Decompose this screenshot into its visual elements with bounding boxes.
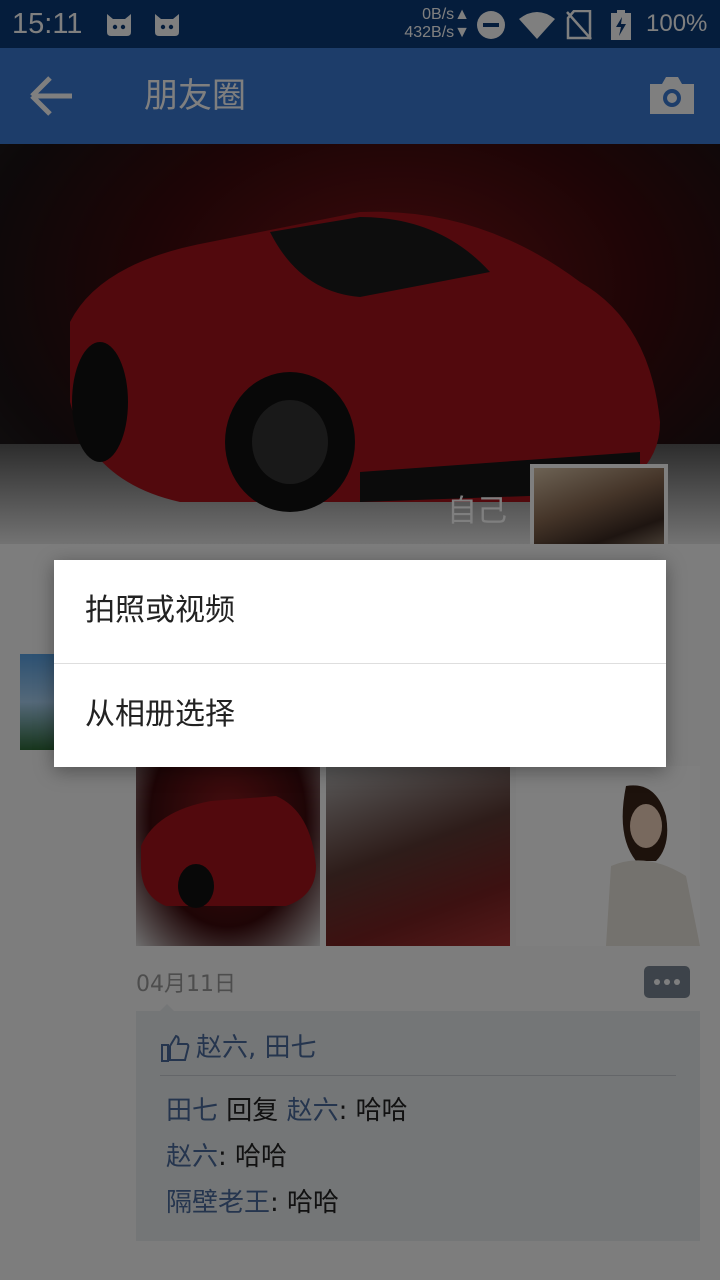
option-label: 从相册选择 — [85, 697, 235, 732]
take-photo-or-video-option[interactable]: 拍照或视频 — [54, 560, 666, 663]
option-label: 拍照或视频 — [85, 593, 235, 628]
photo-source-dialog: 拍照或视频 从相册选择 — [54, 560, 666, 767]
choose-from-album-option[interactable]: 从相册选择 — [54, 664, 666, 767]
